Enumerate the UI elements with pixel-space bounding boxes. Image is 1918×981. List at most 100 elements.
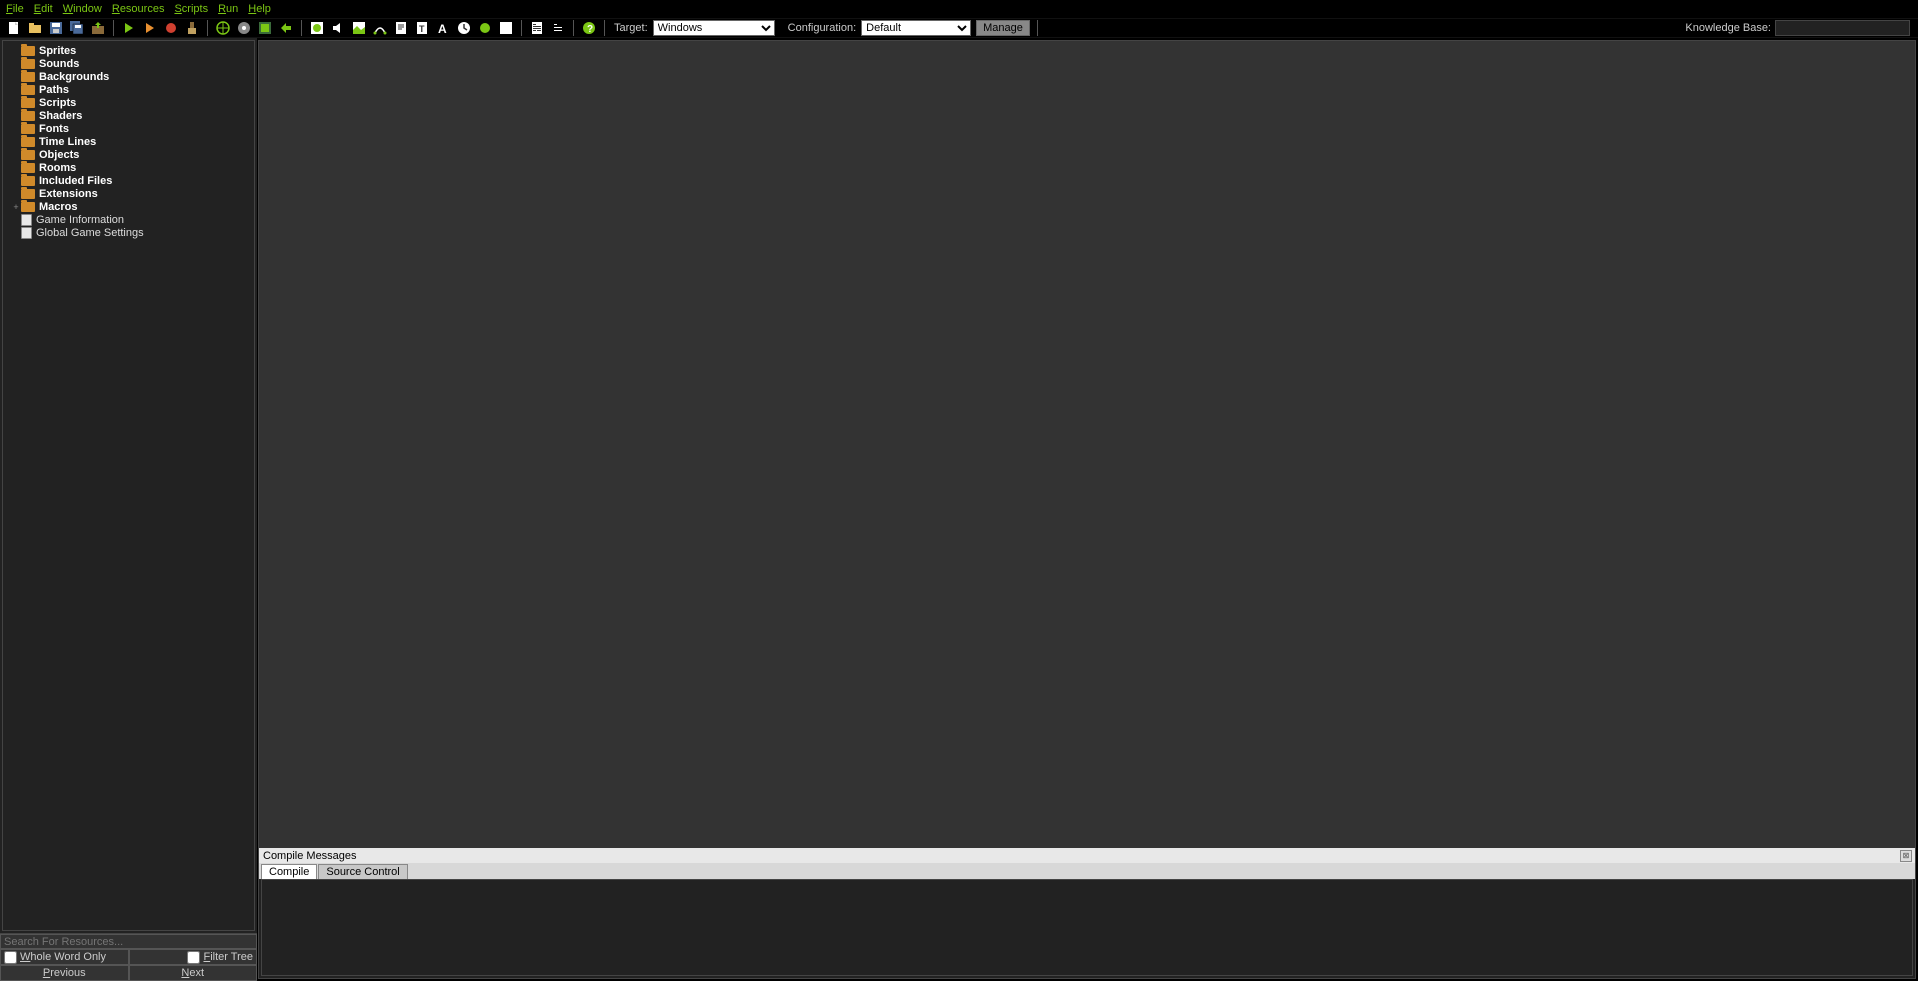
compile-titlebar[interactable]: Compile Messages ⊠: [259, 848, 1915, 863]
tree-item-sprites[interactable]: Sprites: [3, 44, 254, 57]
tree-item-scripts[interactable]: Scripts: [3, 96, 254, 109]
debug-icon[interactable]: [142, 20, 158, 36]
stop-icon[interactable]: [163, 20, 179, 36]
export-icon[interactable]: [90, 20, 106, 36]
clean-icon[interactable]: [184, 20, 200, 36]
tree-item-objects[interactable]: Objects: [3, 148, 254, 161]
toolbar-separator: [604, 20, 605, 36]
tree-item-global-game-settings[interactable]: Global Game Settings: [3, 226, 254, 239]
toolbar-separator: [301, 20, 302, 36]
menu-scripts[interactable]: Scripts: [174, 3, 208, 15]
tree-item-label: Sprites: [39, 45, 76, 57]
new-shader-icon[interactable]: T: [414, 20, 430, 36]
config-select[interactable]: Default: [861, 20, 971, 36]
save-icon[interactable]: [48, 20, 64, 36]
search-panel: Whole Word Only Filter Tree Previous Nex…: [0, 933, 257, 981]
tree-item-label: Included Files: [39, 175, 112, 187]
next-button[interactable]: Next: [129, 965, 258, 981]
target-select[interactable]: Windows: [653, 20, 775, 36]
game-info-icon[interactable]: [529, 20, 545, 36]
tree-item-label: Shaders: [39, 110, 82, 122]
new-room-icon[interactable]: [498, 20, 514, 36]
tree-item-time-lines[interactable]: Time Lines: [3, 135, 254, 148]
menu-edit[interactable]: Edit: [34, 3, 53, 15]
filter-tree-checkbox[interactable]: Filter Tree: [129, 949, 258, 965]
toolbar-separator: [207, 20, 208, 36]
folder-icon: [21, 137, 35, 147]
main-area: SpritesSoundsBackgroundsPathsScriptsShad…: [0, 38, 1918, 981]
folder-icon: [21, 176, 35, 186]
folder-icon: [21, 72, 35, 82]
tree-item-shaders[interactable]: Shaders: [3, 109, 254, 122]
tree-item-label: Scripts: [39, 97, 76, 109]
folder-icon: [21, 98, 35, 108]
compile-output[interactable]: [261, 879, 1913, 976]
tree-item-label: Objects: [39, 149, 79, 161]
tree-item-fonts[interactable]: Fonts: [3, 122, 254, 135]
canvas-area[interactable]: [259, 41, 1915, 848]
menu-resources[interactable]: Resources: [112, 3, 165, 15]
folder-icon: [21, 46, 35, 56]
toolbar-separator: [521, 20, 522, 36]
menu-file[interactable]: File: [6, 3, 24, 15]
menu-window[interactable]: Window: [63, 3, 102, 15]
folder-icon: [21, 111, 35, 121]
folder-icon: [21, 85, 35, 95]
previous-button[interactable]: Previous: [0, 965, 129, 981]
menu-run[interactable]: Run: [218, 3, 238, 15]
new-sound-icon[interactable]: [330, 20, 346, 36]
tree-item-label: Paths: [39, 84, 69, 96]
tree-item-sounds[interactable]: Sounds: [3, 57, 254, 70]
save-all-icon[interactable]: [69, 20, 85, 36]
close-icon[interactable]: ⊠: [1900, 850, 1912, 862]
config-label: Configuration:: [788, 22, 857, 34]
tree-item-label: Game Information: [36, 214, 124, 226]
folder-icon: [21, 59, 35, 69]
compile-tabs: Compile Source Control: [259, 863, 1915, 879]
manage-button[interactable]: Manage: [976, 20, 1030, 36]
tree-item-label: Macros: [39, 201, 78, 213]
device-icon[interactable]: [236, 20, 252, 36]
tree-item-macros[interactable]: + Macros: [3, 200, 254, 213]
search-input[interactable]: [0, 934, 257, 949]
new-project-icon[interactable]: [6, 20, 22, 36]
tree-item-included-files[interactable]: Included Files: [3, 174, 254, 187]
tree-item-label: Time Lines: [39, 136, 96, 148]
new-script-icon[interactable]: [393, 20, 409, 36]
tree-item-game-information[interactable]: Game Information: [3, 213, 254, 226]
help-icon[interactable]: ?: [581, 20, 597, 36]
kb-input[interactable]: [1775, 20, 1910, 36]
whole-word-checkbox[interactable]: Whole Word Only: [0, 949, 129, 965]
new-background-icon[interactable]: [351, 20, 367, 36]
toolbar-separator: [573, 20, 574, 36]
toolbar-separator: [1037, 20, 1038, 36]
run-icon[interactable]: [121, 20, 137, 36]
tree-item-backgrounds[interactable]: Backgrounds: [3, 70, 254, 83]
new-sprite-icon[interactable]: [309, 20, 325, 36]
tree-item-label: Sounds: [39, 58, 79, 70]
expander-icon[interactable]: +: [11, 202, 21, 212]
tree-item-label: Extensions: [39, 188, 98, 200]
new-object-icon[interactable]: [477, 20, 493, 36]
tree-item-paths[interactable]: Paths: [3, 83, 254, 96]
toolbar: T A ? Target: Windows Configuration: Def…: [0, 18, 1918, 38]
svg-text:A: A: [438, 22, 447, 35]
compile-panel: Compile Messages ⊠ Compile Source Contro…: [259, 848, 1915, 978]
global-settings-icon[interactable]: [550, 20, 566, 36]
open-project-icon[interactable]: [27, 20, 43, 36]
tab-source-control[interactable]: Source Control: [318, 864, 407, 879]
tree-item-label: Rooms: [39, 162, 76, 174]
web-server-icon[interactable]: [215, 20, 231, 36]
game-options-icon[interactable]: [257, 20, 273, 36]
resource-tree[interactable]: SpritesSoundsBackgroundsPathsScriptsShad…: [2, 40, 255, 931]
new-font-icon[interactable]: A: [435, 20, 451, 36]
tree-item-extensions[interactable]: Extensions: [3, 187, 254, 200]
folder-icon: [21, 150, 35, 160]
tab-compile[interactable]: Compile: [261, 864, 317, 879]
tree-item-rooms[interactable]: Rooms: [3, 161, 254, 174]
extension-icon[interactable]: [278, 20, 294, 36]
new-path-icon[interactable]: [372, 20, 388, 36]
menu-help[interactable]: Help: [248, 3, 271, 15]
knowledge-base: Knowledge Base:: [1683, 20, 1910, 36]
new-timeline-icon[interactable]: [456, 20, 472, 36]
